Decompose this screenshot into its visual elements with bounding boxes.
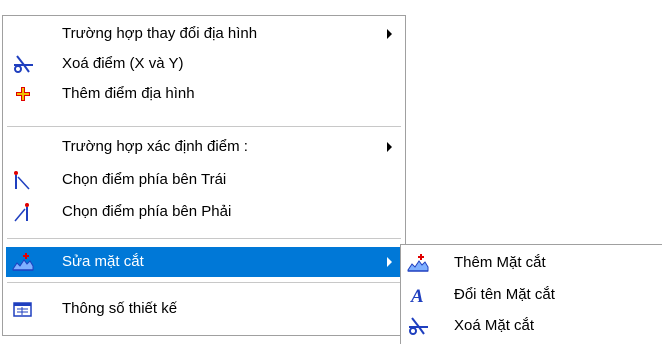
menu-item-label: Trường hợp thay đổi địa hình bbox=[62, 25, 258, 42]
submenu-arrow-icon bbox=[387, 257, 392, 267]
context-menu: Trường hợp thay đổi địa hình Xoá điểm (X… bbox=[2, 15, 406, 336]
menu-item-label: Đổi tên Mặt cắt bbox=[454, 286, 555, 303]
menu-item-label: Chọn điểm phía bên Phải bbox=[62, 203, 232, 220]
menu-item-label: Xoá Mặt cắt bbox=[454, 317, 535, 334]
menu-item-label: Thêm Mặt cắt bbox=[454, 254, 546, 271]
submenu-arrow-icon bbox=[387, 142, 392, 152]
menu-item-add-terrain-point[interactable]: Thêm điểm địa hình bbox=[6, 79, 402, 109]
menu-separator bbox=[7, 282, 401, 283]
menu-item-label: Xoá điểm (X và Y) bbox=[62, 55, 184, 72]
submenu-item-add-section[interactable]: Thêm Mặt cắt bbox=[404, 248, 659, 278]
submenu-edit-section: Thêm Mặt cắt A Đổi tên Mặt cắt Xoá Mặt c… bbox=[400, 244, 662, 344]
svg-text:A: A bbox=[410, 286, 424, 305]
select-right-point-icon bbox=[14, 203, 29, 222]
scissors-icon bbox=[14, 55, 33, 73]
terrain-section-add-icon bbox=[407, 254, 429, 272]
submenu-arrow-icon bbox=[387, 29, 392, 39]
menu-item-select-left-point[interactable]: Chọn điểm phía bên Trái bbox=[6, 165, 402, 195]
plus-icon bbox=[16, 87, 30, 101]
menu-item-label: Thông số thiết kế bbox=[62, 300, 178, 317]
menu-item-label: Chọn điểm phía bên Trái bbox=[62, 171, 227, 188]
menu-item-delete-point[interactable]: Xoá điểm (X và Y) bbox=[6, 49, 402, 79]
design-parameters-icon bbox=[13, 302, 32, 317]
menu-item-select-right-point[interactable]: Chọn điểm phía bên Phải bbox=[6, 197, 402, 227]
menu-item-label: Thêm điểm địa hình bbox=[62, 85, 195, 102]
menu-separator bbox=[7, 238, 401, 239]
menu-item-design-parameters[interactable]: Thông số thiết kế bbox=[6, 294, 402, 324]
menu-item-label: Trường hợp xác định điểm : bbox=[62, 138, 248, 155]
scissors-icon bbox=[409, 317, 428, 335]
menu-item-point-determination-case[interactable]: Trường hợp xác định điểm : bbox=[6, 132, 402, 162]
select-left-point-icon bbox=[14, 171, 30, 190]
submenu-item-rename-section[interactable]: A Đổi tên Mặt cắt bbox=[404, 280, 659, 310]
terrain-section-icon bbox=[12, 253, 34, 271]
menu-item-edit-section[interactable]: Sửa mặt cắt bbox=[6, 247, 402, 277]
menu-item-terrain-change-case[interactable]: Trường hợp thay đổi địa hình bbox=[6, 19, 402, 49]
rename-letter-a-icon: A bbox=[410, 286, 424, 305]
menu-separator bbox=[7, 126, 401, 127]
menu-item-label: Sửa mặt cắt bbox=[62, 253, 144, 270]
submenu-item-delete-section[interactable]: Xoá Mặt cắt bbox=[404, 311, 659, 341]
